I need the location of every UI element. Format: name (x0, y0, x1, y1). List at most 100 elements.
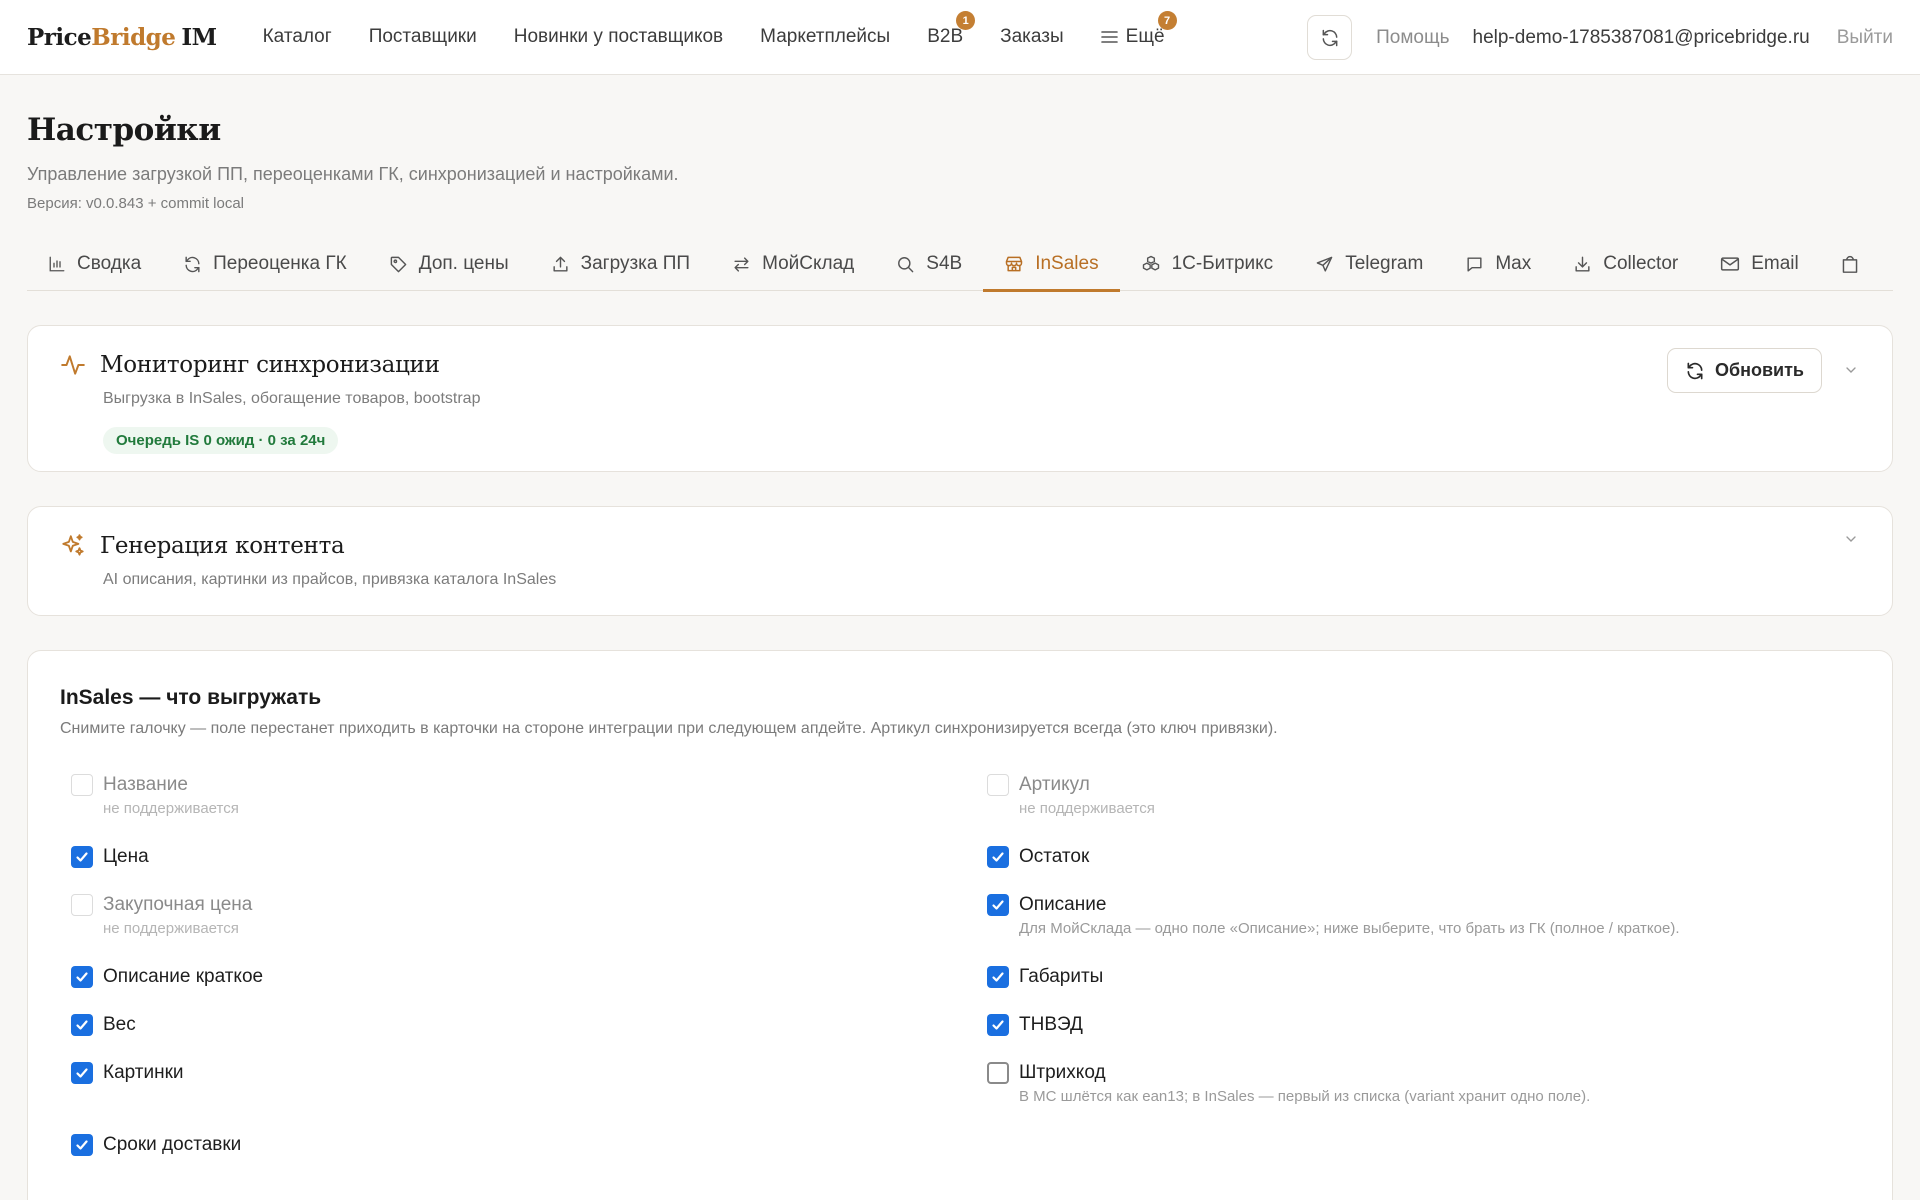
tab-s4b[interactable]: S4B (875, 237, 983, 291)
option-label: Картинки (103, 1062, 184, 1083)
nav-item-supplier-news[interactable]: Новинки у поставщиков (514, 26, 723, 48)
tab-collector[interactable]: Collector (1552, 237, 1699, 291)
tab-label: Collector (1603, 253, 1679, 274)
top-right-area: Помощь help-demo-1785387081@pricebridge.… (1307, 0, 1893, 75)
stock-checkbox[interactable] (987, 846, 1009, 868)
queue-status-prefix: Очередь IS (116, 432, 200, 449)
tab-more[interactable] (1820, 237, 1891, 291)
tab-extra-prices[interactable]: Доп. цены (368, 237, 530, 291)
weight-checkbox[interactable] (71, 1014, 93, 1036)
barcode-checkbox[interactable] (987, 1062, 1009, 1084)
field-option-short-description: Описание краткое (71, 966, 263, 988)
delivery-time-checkbox[interactable] (71, 1134, 93, 1156)
chevron-down-icon[interactable] (1843, 531, 1859, 547)
brand-logo[interactable]: Price Bridge IM (27, 24, 217, 51)
refresh-button[interactable] (1307, 15, 1353, 60)
name-checkbox (71, 774, 93, 796)
tnved-checkbox[interactable] (987, 1014, 1009, 1036)
send-icon (1315, 255, 1334, 274)
option-note: не поддерживается (1019, 800, 1155, 817)
dimensions-checkbox[interactable] (987, 966, 1009, 988)
description-checkbox[interactable] (987, 894, 1009, 916)
field-option-images: Картинки (71, 1062, 184, 1084)
field-option-price: Цена (71, 846, 149, 868)
field-option-stock: Остаток (987, 846, 1089, 868)
nav-item-label: Маркетплейсы (760, 26, 891, 47)
update-button[interactable]: Обновить (1667, 348, 1822, 393)
images-checkbox[interactable] (71, 1062, 93, 1084)
content-generation-card: Генерация контента AI описания, картинки… (27, 506, 1893, 616)
help-link[interactable]: Помощь (1376, 27, 1449, 49)
tab-label: Переоценка ГК (213, 253, 347, 274)
tab-moysklad[interactable]: МойСклад (711, 237, 875, 291)
tab-summary[interactable]: Сводка (27, 237, 162, 291)
nav-item-b2b[interactable]: B2B 1 (927, 11, 976, 48)
option-label: Сроки доставки (103, 1134, 242, 1155)
tab-pp-upload[interactable]: Загрузка ПП (530, 237, 711, 291)
option-label: Габариты (1019, 966, 1104, 987)
tab-label: S4B (926, 253, 963, 274)
tab-label: Сводка (77, 253, 142, 274)
option-note: В МС шлётся как ean13; в InSales — первы… (1019, 1088, 1591, 1105)
queue-status-value: 0 ожид · 0 за 24ч (203, 432, 326, 449)
section-description: Снимите галочку — поле перестанет приход… (60, 720, 1278, 737)
card-title: Мониторинг синхронизации (100, 352, 440, 378)
update-button-label: Обновить (1715, 360, 1804, 380)
article-checkbox (987, 774, 1009, 796)
tab-label: Max (1495, 253, 1532, 274)
refresh-icon (183, 255, 202, 274)
nav-item-label: Поставщики (368, 26, 477, 47)
notification-badge: 1 (956, 11, 976, 30)
checkmark-icon (991, 898, 1005, 912)
queue-status-badge: Очередь IS 0 ожид · 0 за 24ч (103, 427, 339, 454)
checkmark-icon (75, 970, 89, 984)
mail-icon (1720, 255, 1740, 273)
option-label: Закупочная цена (103, 894, 253, 915)
checkmark-icon (75, 1138, 89, 1152)
top-navbar: Price Bridge IM Каталог Поставщики Новинки… (0, 0, 1920, 75)
bar-chart-icon (48, 255, 66, 273)
store-icon (1004, 254, 1024, 274)
tab-insales[interactable]: InSales (983, 237, 1120, 292)
field-option-description: Описание Для МойСклада — одно поле «Опис… (987, 894, 1679, 937)
brand-logo-part3: IM (181, 23, 217, 51)
logout-link[interactable]: Выйти (1837, 27, 1893, 49)
option-note: Для МойСклада — одно поле «Описание»; ни… (1019, 920, 1680, 937)
tab-max[interactable]: Max (1444, 237, 1552, 291)
option-label: Остаток (1019, 846, 1090, 867)
nav-item-suppliers[interactable]: Поставщики (369, 26, 477, 48)
nav-item-label: B2B (927, 26, 964, 47)
sparkles-icon (60, 533, 86, 559)
card-description: Выгрузка в InSales, обогащение товаров, … (103, 390, 481, 407)
checkmark-icon (991, 970, 1005, 984)
card-description: AI описания, картинки из прайсов, привяз… (103, 571, 557, 588)
checkmark-icon (75, 1018, 89, 1032)
nav-item-more[interactable]: Ещё 7 (1100, 11, 1177, 48)
tab-label: Email (1751, 253, 1799, 274)
sync-monitoring-card: Мониторинг синхронизации Выгрузка в InSa… (27, 325, 1893, 472)
checkmark-icon (75, 1066, 89, 1080)
page-title: Настройки (27, 112, 221, 148)
option-note: не поддерживается (103, 920, 239, 937)
nav-item-catalog[interactable]: Каталог (263, 26, 332, 48)
checkmark-icon (991, 850, 1005, 864)
option-label: Вес (103, 1014, 136, 1035)
tab-label: Доп. цены (418, 253, 509, 274)
nav-item-marketplaces[interactable]: Маркетплейсы (760, 26, 890, 48)
tab-repricing[interactable]: Переоценка ГК (162, 237, 368, 291)
notification-badge: 7 (1157, 11, 1177, 30)
tab-telegram[interactable]: Telegram (1294, 237, 1444, 291)
chevron-down-icon[interactable] (1843, 362, 1859, 378)
tab-label: 1С-Битрикс (1171, 253, 1274, 274)
field-option-purchase-price: Закупочная цена не поддерживается (71, 894, 252, 937)
short-description-checkbox[interactable] (71, 966, 93, 988)
option-label: Цена (103, 846, 149, 867)
tab-email[interactable]: Email (1699, 237, 1820, 291)
card-header: Мониторинг синхронизации (60, 352, 440, 378)
version-label: Версия: v0.0.843 + commit local (27, 195, 245, 212)
nav-item-orders[interactable]: Заказы (1000, 26, 1064, 48)
price-checkbox[interactable] (71, 846, 93, 868)
tab-bitrix[interactable]: 1С-Битрикс (1120, 237, 1295, 291)
checkmark-icon (75, 850, 89, 864)
page-subtitle: Управление загрузкой ПП, переоценками ГК… (27, 164, 679, 184)
